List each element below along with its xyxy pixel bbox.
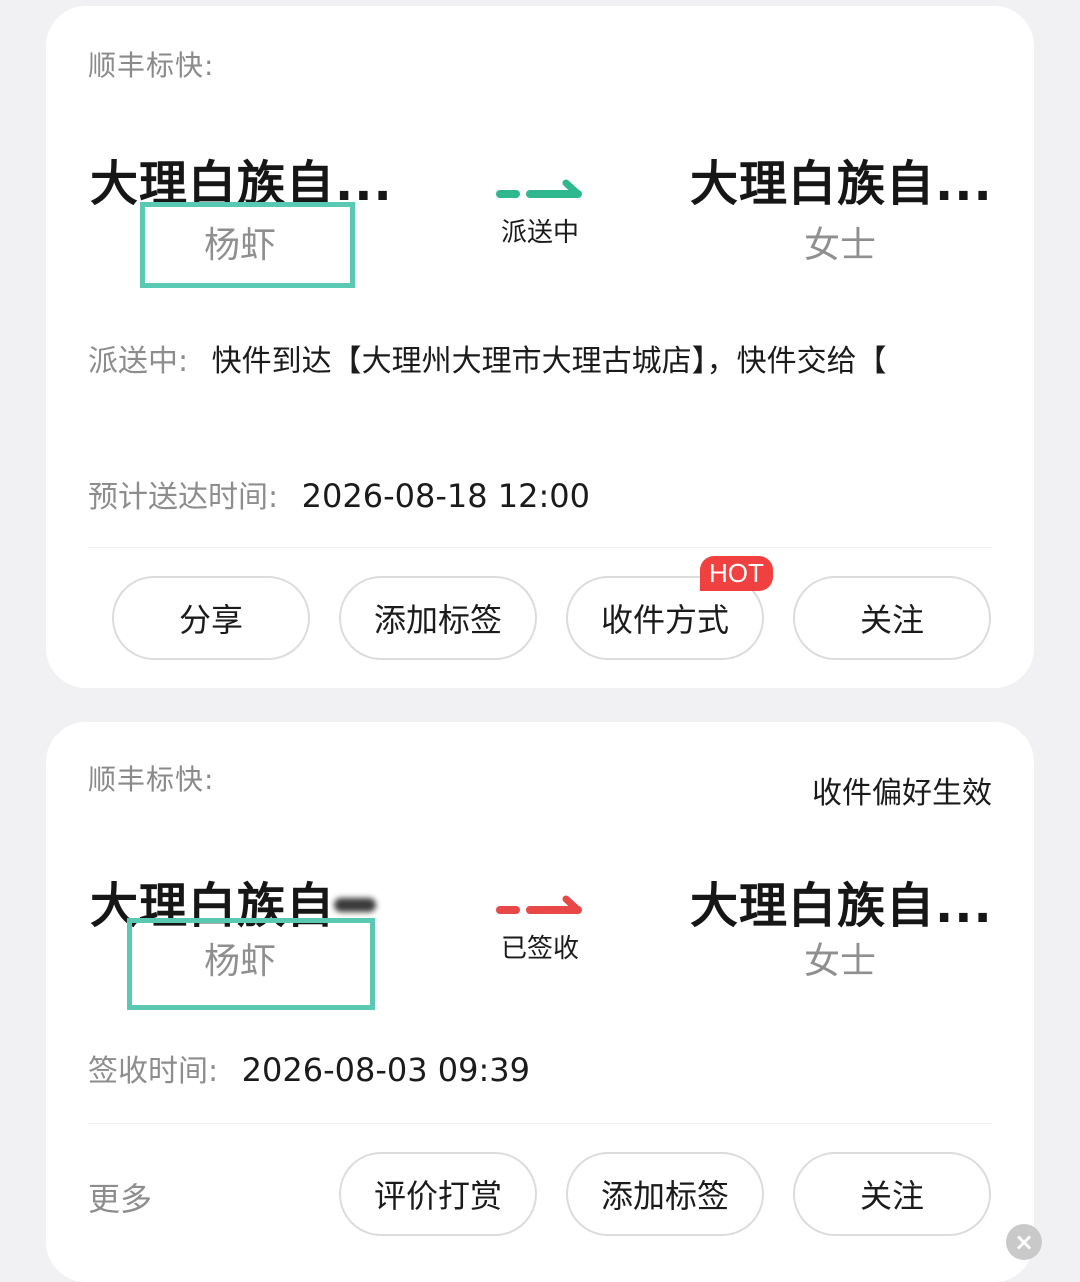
sender-name: 杨虾 bbox=[203, 941, 276, 982]
recipient-name: 女士 bbox=[803, 225, 876, 266]
share-button[interactable]: 分享 bbox=[112, 576, 310, 660]
parcel-card[interactable]: 顺丰标快: 收件偏好生效 大理白族自 杨虾 已签收 大理白族自... 女士 签收… bbox=[46, 722, 1034, 1282]
tracking-info[interactable]: 派送中: 快件到达【大理州大理市大理古城店】，快件交给【 bbox=[88, 336, 887, 380]
redaction-blur bbox=[334, 898, 376, 912]
signed-row: 签收时间: 2026-08-03 09:39 bbox=[88, 1046, 530, 1090]
eta-row: 预计送达时间: 2026-08-18 12:00 bbox=[88, 472, 590, 516]
add-tag-button[interactable]: 添加标签 bbox=[339, 576, 537, 660]
transit-arrow-icon bbox=[496, 179, 582, 198]
eta-value: 2026-08-18 12:00 bbox=[301, 477, 591, 515]
sender-name: 杨虾 bbox=[203, 225, 276, 266]
tracking-label: 派送中: bbox=[88, 344, 189, 379]
divider bbox=[88, 1123, 992, 1124]
parcel-card[interactable]: 顺丰标快: 大理白族自... 杨虾 派送中 大理白族自... 女士 派送中: 快… bbox=[46, 6, 1034, 688]
divider bbox=[88, 547, 992, 548]
status-text: 已签收 bbox=[500, 934, 579, 964]
signed-label: 签收时间: bbox=[88, 1054, 219, 1089]
follow-button[interactable]: 关注 bbox=[793, 1152, 991, 1236]
add-tag-button[interactable]: 添加标签 bbox=[566, 1152, 764, 1236]
carrier-label: 顺丰标快: bbox=[88, 763, 215, 796]
transit-arrow-icon bbox=[496, 895, 582, 914]
tracking-text: 快件到达【大理州大理市大理古城店】，快件交给【 bbox=[211, 344, 887, 379]
recipient-name: 女士 bbox=[803, 941, 876, 982]
rate-tip-button[interactable]: 评价打赏 bbox=[339, 1152, 537, 1236]
carrier-label: 顺丰标快: bbox=[88, 49, 215, 82]
dest-city: 大理白族自... bbox=[690, 878, 993, 934]
close-icon[interactable]: × bbox=[1006, 1224, 1042, 1260]
follow-button[interactable]: 关注 bbox=[793, 576, 991, 660]
more-link[interactable]: 更多 bbox=[88, 1174, 152, 1220]
status-text: 派送中 bbox=[500, 218, 579, 248]
signed-value: 2026-08-03 09:39 bbox=[241, 1051, 531, 1089]
eta-label: 预计送达时间: bbox=[88, 480, 279, 515]
preference-status[interactable]: 收件偏好生效 bbox=[812, 768, 992, 812]
dest-city: 大理白族自... bbox=[690, 156, 993, 212]
hot-badge: HOT bbox=[700, 556, 773, 591]
